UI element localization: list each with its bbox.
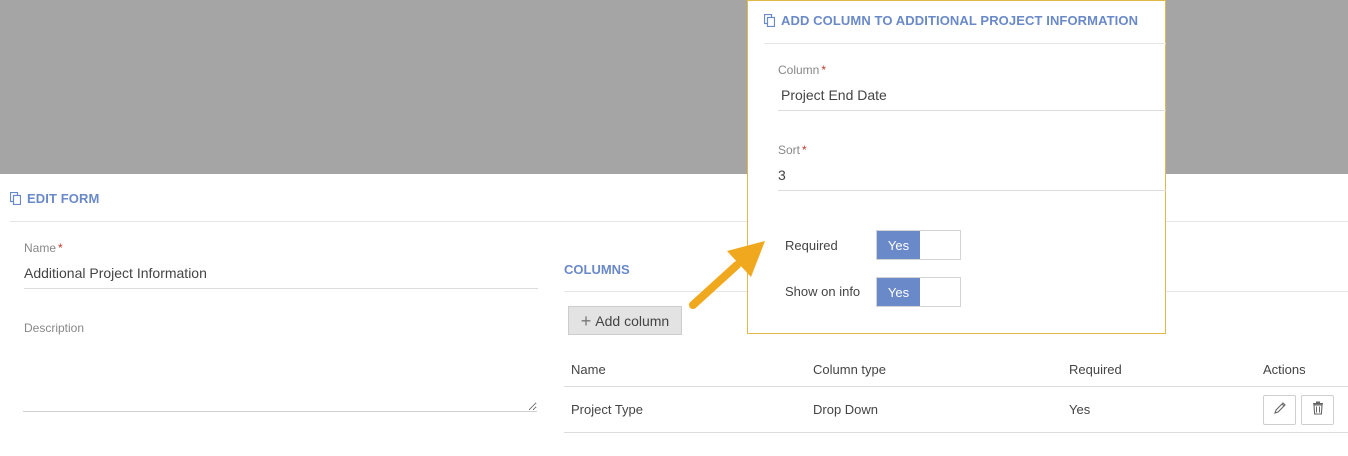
name-field-underline: [24, 288, 538, 289]
plus-icon: +: [580, 310, 592, 331]
column-field-underline: [778, 110, 1166, 111]
dialog-divider: [764, 43, 1166, 44]
add-column-button[interactable]: + Add column: [568, 306, 682, 335]
copy-icon: [764, 14, 775, 27]
columns-title: COLUMNS: [564, 262, 630, 277]
required-toggle[interactable]: Yes: [876, 230, 961, 260]
required-toggle-on: Yes: [877, 231, 920, 259]
table-header-divider: [564, 386, 1348, 387]
add-column-dialog: ADD COLUMN TO ADDITIONAL PROJECT INFORMA…: [747, 0, 1166, 334]
show-on-info-label: Show on info: [785, 284, 861, 299]
header-column-type: Column type: [813, 362, 886, 377]
cell-required: Yes: [1069, 402, 1091, 417]
column-field[interactable]: Project End Date: [781, 87, 887, 103]
edit-button[interactable]: [1263, 395, 1296, 425]
dialog-title-text: ADD COLUMN TO ADDITIONAL PROJECT INFORMA…: [781, 13, 1139, 28]
sort-field[interactable]: 3: [778, 167, 786, 183]
header-actions: Actions: [1263, 362, 1306, 377]
header-name: Name: [571, 362, 606, 377]
description-label: Description: [24, 321, 85, 335]
arrow-icon: [683, 235, 773, 325]
column-label: Column *: [778, 63, 827, 77]
cell-column-type: Drop Down: [813, 402, 879, 417]
pencil-icon: [1273, 401, 1287, 420]
show-on-info-toggle[interactable]: Yes: [876, 277, 961, 307]
sort-label: Sort *: [778, 143, 807, 157]
header-required: Required: [1069, 362, 1122, 377]
show-on-info-toggle-on: Yes: [877, 278, 920, 306]
name-field[interactable]: Additional Project Information: [24, 265, 207, 281]
required-label: Required: [785, 238, 838, 253]
cell-name: Project Type: [571, 402, 644, 417]
dialog-title: ADD COLUMN TO ADDITIONAL PROJECT INFORMA…: [764, 13, 1138, 28]
trash-icon: [1312, 401, 1324, 420]
copy-icon: [10, 192, 21, 205]
sort-field-underline: [778, 190, 1166, 191]
table-row-divider: [564, 432, 1348, 433]
name-label: Name *: [24, 241, 63, 255]
description-field[interactable]: [23, 345, 537, 412]
delete-button[interactable]: [1301, 395, 1334, 425]
edit-form-title-text: EDIT FORM: [27, 191, 100, 206]
edit-form-title: EDIT FORM: [10, 191, 99, 206]
add-column-label: Add column: [595, 312, 670, 329]
